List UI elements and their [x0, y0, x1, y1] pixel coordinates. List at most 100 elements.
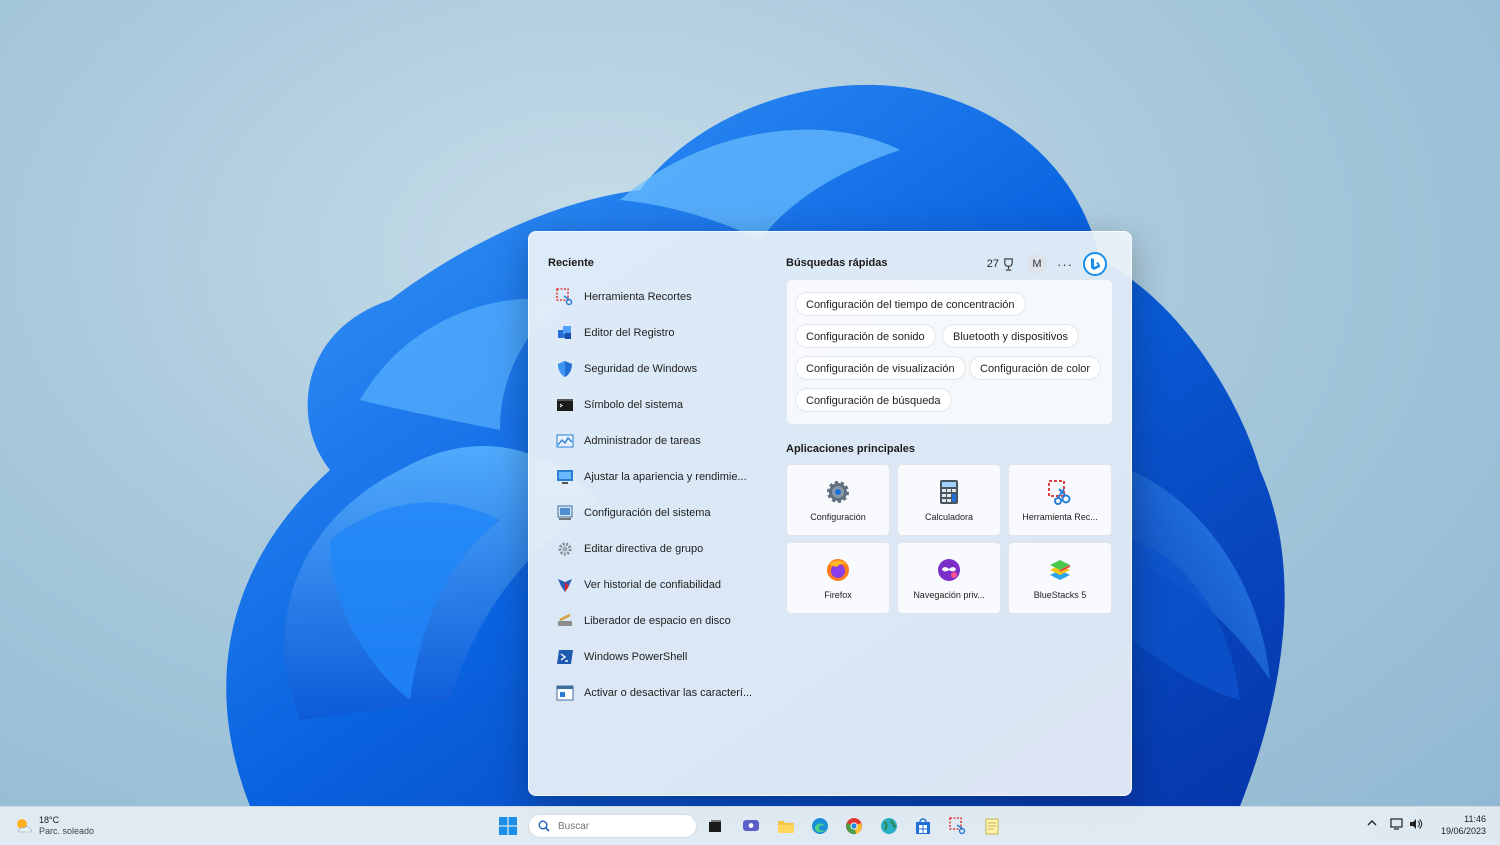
app-tile-label: Calculadora [924, 512, 974, 522]
quick-search-chip[interactable]: Configuración de sonido [795, 324, 936, 348]
snipping-tool-icon [555, 287, 575, 307]
list-item-label: Windows PowerShell [584, 651, 688, 663]
notepad-button[interactable] [982, 816, 1002, 836]
system-clock[interactable]: 11:46 19/06/2023 [1441, 813, 1486, 837]
reliability-icon [555, 575, 575, 595]
windows-features-icon [555, 683, 575, 703]
taskbar-search[interactable] [528, 814, 697, 838]
edge-button[interactable] [810, 816, 830, 836]
snipping-taskbar-button[interactable] [948, 816, 968, 836]
clock-date: 19/06/2023 [1440, 826, 1486, 836]
search-input[interactable] [556, 819, 690, 833]
store-button[interactable] [913, 816, 933, 836]
quick-searches-heading: Búsquedas rápidas [786, 257, 888, 269]
edge-icon [812, 818, 828, 834]
quick-search-chip[interactable]: Configuración de visualización [795, 356, 966, 380]
app-tile-label: Navegación priv... [913, 590, 985, 600]
start-button[interactable] [498, 816, 518, 836]
list-item-label: Administrador de tareas [584, 435, 701, 447]
list-item-label: Editor del Registro [584, 327, 675, 339]
list-item-label: Ajustar la apariencia y rendimie... [584, 471, 747, 483]
store-icon [916, 818, 930, 834]
group-policy-icon [555, 539, 575, 559]
list-item[interactable]: Seguridad de Windows [549, 351, 779, 387]
list-item-label: Ver historial de confiabilidad [584, 579, 721, 591]
bluestacks-icon [1046, 556, 1074, 584]
list-item[interactable]: Ver historial de confiabilidad [549, 567, 779, 603]
rewards-points[interactable]: 27 [986, 257, 1015, 271]
trophy-icon [1004, 257, 1013, 271]
app-tile-private-browsing[interactable]: Navegación priv... [897, 542, 1001, 614]
app-tile-settings[interactable]: Configuración [786, 464, 890, 536]
list-item[interactable]: Herramienta Recortes [549, 279, 779, 315]
search-flyout: Reciente Herramienta Recortes Editor del… [528, 231, 1132, 796]
clock-time: 11:46 [1464, 814, 1486, 824]
system-config-icon [555, 503, 575, 523]
app-tile-label: BlueStacks 5 [1033, 590, 1087, 600]
network-icon[interactable] [1390, 817, 1404, 833]
app-tile-snipping[interactable]: Herramienta Rec... [1008, 464, 1112, 536]
task-view-icon [709, 820, 721, 832]
app-tile-label: Firefox [824, 590, 852, 600]
app-tile-calculator[interactable]: Calculadora [897, 464, 1001, 536]
quick-search-chip[interactable]: Bluetooth y dispositivos [942, 324, 1079, 348]
list-item-label: Activar o desactivar las caracterí... [584, 687, 753, 699]
task-manager-icon [555, 431, 575, 451]
header-actions: 27 M ··· [987, 252, 1107, 276]
weather-desc: Parc. soleado [39, 826, 95, 836]
quick-search-chip[interactable]: Configuración del tiempo de concentració… [795, 292, 1026, 316]
disk-cleanup-icon [555, 611, 575, 631]
calculator-icon [935, 478, 963, 506]
notepad-icon [985, 818, 999, 835]
recent-list: Herramienta Recortes Editor del Registro… [549, 279, 779, 711]
partly-sunny-icon [17, 819, 32, 833]
chevron-up-icon[interactable] [1366, 817, 1378, 831]
volume-icon[interactable] [1409, 817, 1423, 833]
list-item[interactable]: Configuración del sistema [549, 495, 779, 531]
list-item[interactable]: Editar directiva de grupo [549, 531, 779, 567]
quick-search-chip[interactable]: Configuración de búsqueda [795, 388, 952, 412]
list-item[interactable]: Activar o desactivar las caracterí... [549, 675, 779, 711]
list-item-label: Configuración del sistema [584, 507, 711, 519]
rewards-count: 27 [986, 258, 999, 270]
app-tile-label: Herramienta Rec... [1022, 512, 1098, 522]
performance-icon [555, 467, 575, 487]
firefox-icon [824, 556, 852, 584]
app-tile-bluestacks[interactable]: BlueStacks 5 [1008, 542, 1112, 614]
private-browsing-icon [935, 556, 963, 584]
folder-icon [778, 821, 794, 833]
file-explorer-button[interactable] [776, 816, 796, 836]
weather-widget[interactable]: 18°C Parc. soleado [14, 815, 94, 837]
list-item-label: Seguridad de Windows [584, 363, 698, 375]
powershell-icon [555, 647, 575, 667]
settings-icon [824, 478, 852, 506]
chrome-icon [846, 818, 862, 835]
recent-heading: Reciente [548, 257, 594, 269]
shield-icon [555, 359, 575, 379]
network-app-button[interactable] [879, 816, 899, 836]
list-item[interactable]: Ajustar la apariencia y rendimie... [549, 459, 779, 495]
list-item[interactable]: Símbolo del sistema [549, 387, 779, 423]
snipping-tool-icon [1046, 478, 1074, 506]
registry-editor-icon [555, 323, 575, 343]
list-item-label: Herramienta Recortes [584, 291, 692, 303]
globe-icon [881, 818, 897, 834]
chrome-button[interactable] [844, 816, 864, 836]
snipping-tool-icon [949, 817, 966, 835]
list-item-label: Símbolo del sistema [584, 399, 684, 411]
chat-button[interactable] [741, 816, 761, 836]
list-item[interactable]: Editor del Registro [549, 315, 779, 351]
bing-icon[interactable] [1083, 252, 1107, 276]
list-item-label: Editar directiva de grupo [584, 543, 704, 555]
more-options-button[interactable]: ··· [1057, 257, 1073, 272]
list-item[interactable]: Administrador de tareas [549, 423, 779, 459]
quick-search-chip[interactable]: Configuración de color [969, 356, 1102, 380]
list-item[interactable]: Liberador de espacio en disco [549, 603, 779, 639]
avatar[interactable]: M [1027, 254, 1047, 274]
list-item[interactable]: Windows PowerShell [549, 639, 779, 675]
quick-searches-box: Configuración del tiempo de concentració… [786, 279, 1113, 425]
app-tile-firefox[interactable]: Firefox [786, 542, 890, 614]
taskbar: 18°C Parc. soleado Buscar 11:46 19/06/20… [0, 806, 1500, 845]
windows-logo-icon [499, 817, 517, 835]
task-view-button[interactable] [705, 816, 725, 836]
